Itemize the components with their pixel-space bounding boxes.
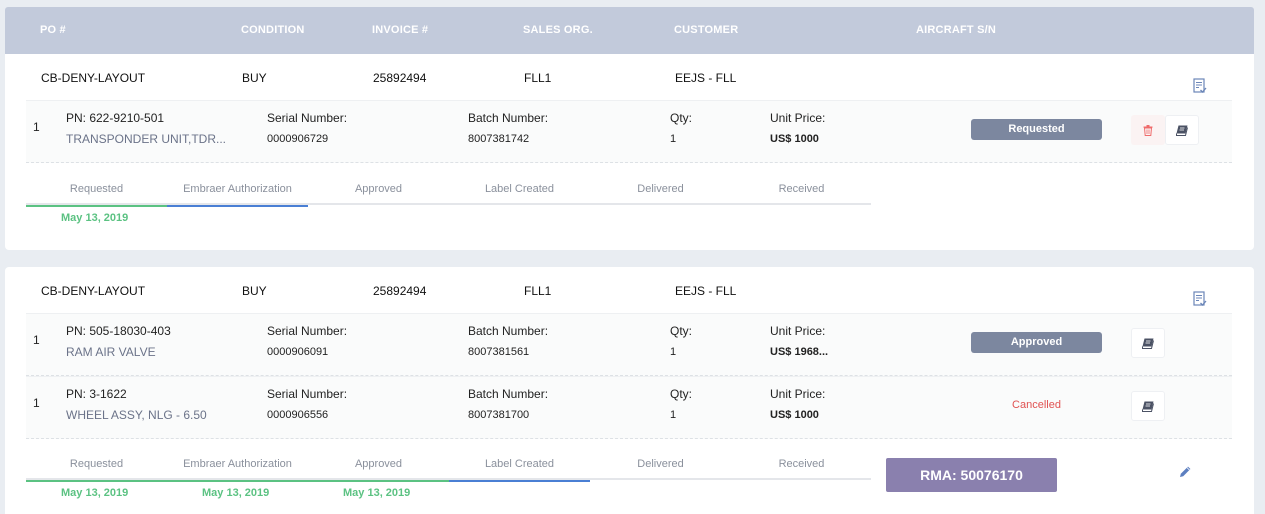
serial-label: Serial Number: [267,324,348,338]
price-label: Unit Price: [770,387,826,401]
serial-value: 0000906091 [267,346,329,358]
details-button[interactable] [1131,391,1165,421]
batch-value: 8007381561 [468,346,530,358]
serial-label: Serial Number: [267,387,348,401]
step-date: May 13, 2019 [61,212,129,224]
price-value: US$ 1000 [770,409,819,421]
table-header: PO # CONDITION INVOICE # SALES ORG. CUST… [5,7,1254,54]
step-label-created: Label Created [449,458,590,482]
qty-value: 1 [670,346,677,358]
step-label-created: Label Created [484,183,555,195]
order-invoice: 25892494 [373,71,427,85]
item-index: 1 [33,396,40,410]
step-embraer-authorization: Embraer Authorization [167,458,308,482]
step-requested: Requested [26,183,167,207]
step-embraer-authorization: Embraer Authorization [167,183,308,207]
item-description: WHEEL ASSY, NLG - 6.50 [66,408,207,422]
batch-value: 8007381742 [468,133,530,145]
document-check-icon[interactable] [1193,78,1207,94]
batch-label: Batch Number: [468,387,549,401]
step-received: Received [778,183,825,195]
item-description: RAM AIR VALVE [66,345,156,359]
book-icon [1176,125,1188,136]
order-card: CB-DENY-LAYOUT BUY 25892494 FLL1 EEJS - … [5,54,1254,250]
col-po: PO # [40,24,66,36]
document-check-icon[interactable] [1193,291,1207,307]
price-value: US$ 1968... [770,346,829,358]
qty-value: 1 [670,409,677,421]
order-po: CB-DENY-LAYOUT [41,71,146,85]
progress-steps: Requested Embraer Authorization Approved… [26,458,871,482]
order-card: CB-DENY-LAYOUT BUY 25892494 FLL1 EEJS - … [5,267,1254,514]
order-customer: EEJS - FLL [675,71,737,85]
details-button[interactable] [1131,328,1165,358]
list-item: 1 PN: 622-9210-501 TRANSPONDER UNIT,TDR.… [26,100,1232,163]
item-pn: PN: 3-1622 [66,387,127,401]
order-invoice: 25892494 [373,284,427,298]
order-customer: EEJS - FLL [675,284,737,298]
order-condition: BUY [242,284,267,298]
price-label: Unit Price: [770,324,826,338]
qty-label: Qty: [670,387,693,401]
step-delivered: Delivered [637,458,684,470]
step-date: May 13, 2019 [61,487,129,499]
col-sales-org: SALES ORG. [523,24,593,36]
delete-button[interactable] [1131,115,1165,145]
rma-badge: RMA: 50076170 [886,458,1057,492]
col-customer: CUSTOMER [674,24,739,36]
list-item: 1 PN: 505-18030-403 RAM AIR VALVE Serial… [26,313,1232,376]
trash-icon [1143,124,1153,136]
qty-label: Qty: [670,324,693,338]
progress-steps: Requested Embraer Authorization Approved… [26,183,871,207]
list-item: 1 PN: 3-1622 WHEEL ASSY, NLG - 6.50 Seri… [26,376,1232,439]
item-index: 1 [33,120,40,134]
details-button[interactable] [1165,115,1199,145]
order-po: CB-DENY-LAYOUT [41,284,146,298]
order-sales-org: FLL1 [524,284,552,298]
serial-label: Serial Number: [267,111,348,125]
step-requested: Requested [26,458,167,482]
book-icon [1142,401,1154,412]
price-value: US$ 1000 [770,133,819,145]
col-aircraft-sn: AIRCRAFT S/N [916,24,997,36]
step-approved: Approved [308,458,449,482]
step-approved: Approved [354,183,403,195]
edit-pencil-icon[interactable] [1179,465,1192,478]
item-description: TRANSPONDER UNIT,TDR... [66,132,227,146]
batch-label: Batch Number: [468,111,549,125]
status-badge: Requested [971,119,1102,140]
batch-value: 8007381700 [468,409,530,421]
order-condition: BUY [242,71,267,85]
item-pn: PN: 622-9210-501 [66,111,165,125]
step-received: Received [778,458,825,470]
step-date: May 13, 2019 [343,487,411,499]
batch-label: Batch Number: [468,324,549,338]
item-pn: PN: 505-18030-403 [66,324,171,338]
serial-value: 0000906556 [267,409,329,421]
status-badge: Approved [971,332,1102,353]
qty-value: 1 [670,133,677,145]
step-delivered: Delivered [637,183,684,195]
order-sales-org: FLL1 [524,71,552,85]
item-index: 1 [33,333,40,347]
step-date: May 13, 2019 [202,487,270,499]
qty-label: Qty: [670,111,693,125]
price-label: Unit Price: [770,111,826,125]
serial-value: 0000906729 [267,133,329,145]
col-condition: CONDITION [241,24,305,36]
status-cancelled: Cancelled [1012,399,1061,411]
book-icon [1142,338,1154,349]
col-invoice: INVOICE # [372,24,429,36]
